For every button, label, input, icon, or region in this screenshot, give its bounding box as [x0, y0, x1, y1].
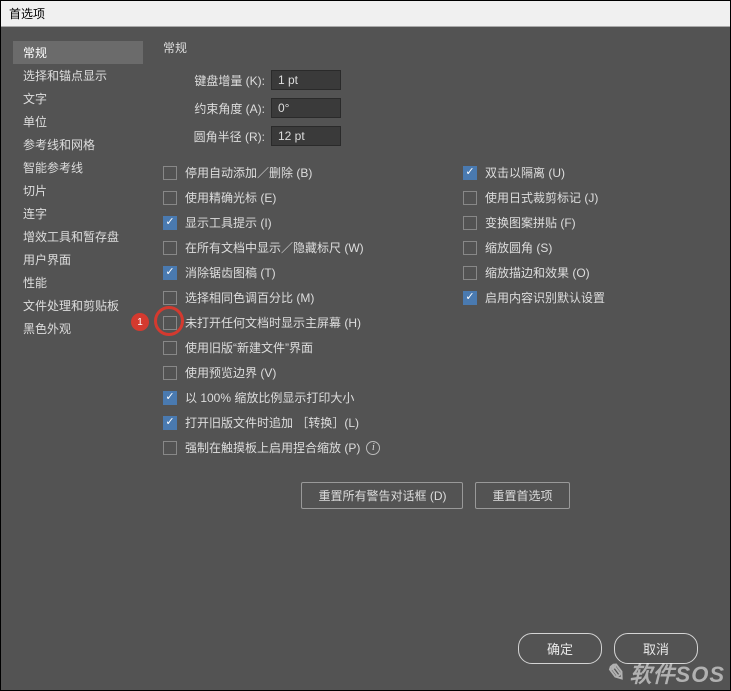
field-constrain-angle: 约束角度 (A):: [163, 98, 708, 118]
checkbox[interactable]: [163, 191, 177, 205]
sidebar: 常规选择和锚点显示文字单位参考线和网格智能参考线切片连字增效工具和暂存盘用户界面…: [13, 39, 143, 623]
section-title: 常规: [163, 39, 708, 56]
cancel-button[interactable]: 取消: [614, 633, 698, 664]
checkbox-column-right: 双击以隔离 (U) 使用日式裁剪标记 (J) 变换图案拼贴 (F) 缩放圆角 (S) 缩…: [463, 164, 708, 464]
checkbox-column-left: 停用自动添加／删除 (B) 使用精确光标 (E) 显示工具提示 (I) 在所有文档中显…: [163, 164, 463, 464]
checkbox-row: 使用精确光标 (E): [163, 189, 463, 206]
info-icon[interactable]: i: [366, 441, 380, 455]
corner-radius-input[interactable]: [271, 126, 341, 146]
sidebar-item[interactable]: 参考线和网格: [13, 133, 143, 156]
checkbox[interactable]: [163, 391, 177, 405]
checkbox-label[interactable]: 选择相同色调百分比 (M): [185, 289, 314, 306]
keyboard-increment-input[interactable]: [271, 70, 341, 90]
checkbox-label[interactable]: 以 100% 缩放比例显示打印大小: [185, 389, 354, 406]
checkbox-label[interactable]: 使用旧版“新建文件”界面: [185, 339, 313, 356]
checkbox-label[interactable]: 缩放描边和效果 (O): [485, 264, 590, 281]
mid-buttons: 重置所有警告对话框 (D) 重置首选项: [163, 482, 708, 509]
checkbox-area: 停用自动添加／删除 (B) 使用精确光标 (E) 显示工具提示 (I) 在所有文档中显…: [163, 164, 708, 464]
sidebar-item[interactable]: 黑色外观: [13, 317, 143, 340]
checkbox-row: 消除锯齿图稿 (T): [163, 264, 463, 281]
checkbox-label[interactable]: 在所有文档中显示／隐藏标尺 (W): [185, 239, 364, 256]
sidebar-item[interactable]: 选择和锚点显示: [13, 64, 143, 87]
checkbox-label[interactable]: 强制在触摸板上启用捏合缩放 (P): [185, 439, 360, 456]
field-label: 约束角度 (A):: [163, 100, 265, 117]
field-corner-radius: 圆角半径 (R):: [163, 126, 708, 146]
field-label: 圆角半径 (R):: [163, 128, 265, 145]
checkbox-label[interactable]: 变换图案拼贴 (F): [485, 214, 576, 231]
checkbox[interactable]: [163, 341, 177, 355]
constrain-angle-input[interactable]: [271, 98, 341, 118]
footer-buttons: 确定 取消: [13, 623, 718, 678]
checkbox-row: 停用自动添加／删除 (B): [163, 164, 463, 181]
checkbox-label[interactable]: 未打开任何文档时显示主屏幕 (H): [185, 314, 361, 331]
checkbox[interactable]: [463, 191, 477, 205]
checkbox-label[interactable]: 缩放圆角 (S): [485, 239, 552, 256]
reset-prefs-button[interactable]: 重置首选项: [475, 482, 569, 509]
checkbox[interactable]: [163, 166, 177, 180]
checkbox[interactable]: [163, 266, 177, 280]
main-row: 常规选择和锚点显示文字单位参考线和网格智能参考线切片连字增效工具和暂存盘用户界面…: [13, 39, 718, 623]
sidebar-item[interactable]: 智能参考线: [13, 156, 143, 179]
checkbox-row: 以 100% 缩放比例显示打印大小: [163, 389, 463, 406]
checkbox-label[interactable]: 打开旧版文件时追加 ［转换］(L): [185, 414, 359, 431]
checkbox-row: 在所有文档中显示／隐藏标尺 (W): [163, 239, 463, 256]
checkbox[interactable]: [163, 216, 177, 230]
checkbox-label[interactable]: 使用精确光标 (E): [185, 189, 276, 206]
checkbox-row: 缩放圆角 (S): [463, 239, 708, 256]
checkbox[interactable]: [463, 216, 477, 230]
sidebar-item[interactable]: 常规: [13, 41, 143, 64]
checkbox-label[interactable]: 停用自动添加／删除 (B): [185, 164, 312, 181]
field-keyboard-increment: 键盘增量 (K):: [163, 70, 708, 90]
preferences-window: 首选项 常规选择和锚点显示文字单位参考线和网格智能参考线切片连字增效工具和暂存盘…: [0, 0, 731, 691]
checkbox-label[interactable]: 双击以隔离 (U): [485, 164, 565, 181]
checkbox-label[interactable]: 显示工具提示 (I): [185, 214, 272, 231]
checkbox-row: 缩放描边和效果 (O): [463, 264, 708, 281]
checkbox-label[interactable]: 启用内容识别默认设置: [485, 289, 605, 306]
checkbox[interactable]: [463, 166, 477, 180]
checkbox[interactable]: [163, 291, 177, 305]
checkbox-row: 选择相同色调百分比 (M): [163, 289, 463, 306]
checkbox-label[interactable]: 使用预览边界 (V): [185, 364, 276, 381]
ok-button[interactable]: 确定: [518, 633, 602, 664]
sidebar-item[interactable]: 文件处理和剪贴板: [13, 294, 143, 317]
checkbox[interactable]: [163, 316, 177, 330]
checkbox[interactable]: [163, 241, 177, 255]
sidebar-item[interactable]: 连字: [13, 202, 143, 225]
checkbox-row: 显示工具提示 (I): [163, 214, 463, 231]
checkbox-label[interactable]: 使用日式裁剪标记 (J): [485, 189, 598, 206]
content-panel: 常规 键盘增量 (K): 约束角度 (A): 圆角半径 (R): 停用自动添加／…: [143, 39, 718, 623]
checkbox[interactable]: [463, 266, 477, 280]
checkbox-row: 双击以隔离 (U): [463, 164, 708, 181]
checkbox-row: 强制在触摸板上启用捏合缩放 (P) i: [163, 439, 463, 456]
checkbox-row: 打开旧版文件时追加 ［转换］(L): [163, 414, 463, 431]
sidebar-item[interactable]: 切片: [13, 179, 143, 202]
sidebar-item[interactable]: 文字: [13, 87, 143, 110]
checkbox[interactable]: [463, 241, 477, 255]
reset-warnings-button[interactable]: 重置所有警告对话框 (D): [301, 482, 463, 509]
sidebar-item[interactable]: 性能: [13, 271, 143, 294]
window-title: 首选项: [1, 1, 730, 27]
checkbox-row: 变换图案拼贴 (F): [463, 214, 708, 231]
checkbox-row: 使用预览边界 (V): [163, 364, 463, 381]
field-label: 键盘增量 (K):: [163, 72, 265, 89]
checkbox-row: 使用日式裁剪标记 (J): [463, 189, 708, 206]
sidebar-item[interactable]: 增效工具和暂存盘: [13, 225, 143, 248]
annotation-badge: 1: [131, 313, 149, 331]
checkbox[interactable]: [163, 441, 177, 455]
checkbox-row: 未打开任何文档时显示主屏幕 (H)1: [163, 314, 463, 331]
checkbox[interactable]: [463, 291, 477, 305]
checkbox[interactable]: [163, 416, 177, 430]
checkbox[interactable]: [163, 366, 177, 380]
sidebar-item[interactable]: 用户界面: [13, 248, 143, 271]
checkbox-label[interactable]: 消除锯齿图稿 (T): [185, 264, 276, 281]
checkbox-row: 使用旧版“新建文件”界面: [163, 339, 463, 356]
checkbox-row: 启用内容识别默认设置: [463, 289, 708, 306]
sidebar-item[interactable]: 单位: [13, 110, 143, 133]
window-body: 常规选择和锚点显示文字单位参考线和网格智能参考线切片连字增效工具和暂存盘用户界面…: [1, 27, 730, 690]
